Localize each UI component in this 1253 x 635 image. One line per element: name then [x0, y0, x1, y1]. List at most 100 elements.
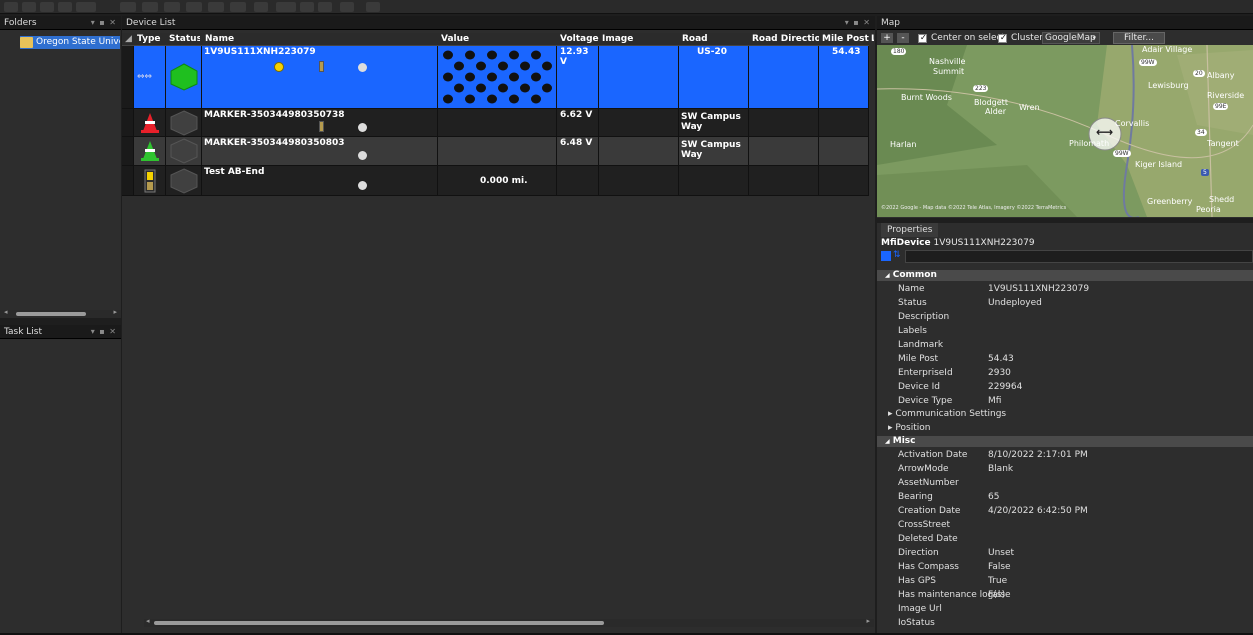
- map-provider-dropdown[interactable]: GoogleMap ▾: [1042, 32, 1100, 44]
- property-value[interactable]: 2930: [988, 366, 1011, 380]
- property-value[interactable]: 65: [988, 490, 999, 504]
- zoom-out-button[interactable]: -: [897, 33, 909, 43]
- property-row[interactable]: CrossStreet: [884, 518, 1253, 532]
- back-icon[interactable]: [4, 2, 18, 12]
- property-row[interactable]: ArrowMode Blank: [884, 462, 1253, 476]
- property-row[interactable]: Image Url: [884, 602, 1253, 616]
- map-view[interactable]: ⟷ Adair Village Nashville Summit Albany …: [877, 45, 1253, 217]
- property-value[interactable]: Blank: [988, 462, 1013, 476]
- property-search-input[interactable]: [905, 250, 1253, 263]
- property-row[interactable]: Mile Post 54.43: [884, 352, 1253, 366]
- property-row[interactable]: Status Undeployed: [884, 296, 1253, 310]
- tool-icon[interactable]: [340, 2, 354, 12]
- categorized-view-icon[interactable]: [881, 251, 891, 261]
- property-row[interactable]: Has GPS True: [884, 574, 1253, 588]
- property-value[interactable]: 229964: [988, 380, 1022, 394]
- device-marker-icon[interactable]: ⟷: [1096, 125, 1113, 139]
- property-row[interactable]: Deleted Date: [884, 532, 1253, 546]
- folder-item[interactable]: Oregon State Univers: [20, 36, 120, 49]
- column-header-status[interactable]: Status: [166, 33, 200, 46]
- table-row[interactable]: MARKER-350344980350738 6.62 V SW Campus …: [122, 109, 869, 137]
- table-row[interactable]: Test AB-End 0.000 mi.: [122, 166, 869, 196]
- zoom-in-button[interactable]: +: [881, 33, 893, 43]
- column-header-voltage[interactable]: Voltage: [557, 33, 599, 46]
- property-value[interactable]: Undeployed: [988, 296, 1042, 310]
- row-indicator: [122, 46, 134, 108]
- toolbar-overflow-icon[interactable]: [366, 2, 380, 12]
- property-row[interactable]: Labels: [884, 324, 1253, 338]
- refresh-icon[interactable]: [40, 2, 54, 12]
- table-row[interactable]: ⇔⇔ 1V9US111XNH223079 12.93 V US-20 54.43: [122, 46, 869, 109]
- tool-icon[interactable]: [254, 2, 268, 12]
- tool-icon[interactable]: [318, 2, 332, 12]
- property-value[interactable]: True: [988, 574, 1007, 588]
- image-cell: [599, 109, 679, 136]
- column-header-type[interactable]: Type: [134, 33, 165, 46]
- property-row[interactable]: Creation Date 4/20/2022 6:42:50 PM: [884, 504, 1253, 518]
- tool-icon[interactable]: [186, 2, 202, 12]
- property-row[interactable]: Device Type Mfi: [884, 394, 1253, 408]
- forward-icon[interactable]: [22, 2, 36, 12]
- property-value[interactable]: False: [988, 560, 1011, 574]
- property-row[interactable]: Has Compass False: [884, 560, 1253, 574]
- property-value[interactable]: 4/20/2022 6:42:50 PM: [988, 504, 1088, 518]
- properties-tab[interactable]: Properties: [881, 223, 939, 237]
- scroll-right-icon[interactable]: ▸: [866, 617, 870, 625]
- communication-settings-expander[interactable]: ▸ Communication Settings: [884, 407, 1253, 421]
- task-list-panel-title: Task List: [4, 327, 43, 337]
- filter-button[interactable]: Filter...: [1113, 32, 1165, 44]
- property-value[interactable]: 54.43: [988, 352, 1014, 366]
- scroll-left-icon[interactable]: ◂: [146, 617, 150, 625]
- property-value[interactable]: Unset: [988, 546, 1014, 560]
- tool-icon[interactable]: [208, 2, 224, 12]
- property-row[interactable]: Direction Unset: [884, 546, 1253, 560]
- column-header-image[interactable]: Image: [599, 33, 679, 46]
- column-header-road-direction[interactable]: Road Direction ▲: [749, 33, 819, 46]
- tool-icon[interactable]: [230, 2, 246, 12]
- tool-icon[interactable]: [164, 2, 180, 12]
- common-section-header[interactable]: ◢ Common: [877, 270, 1253, 281]
- scrollbar-thumb[interactable]: [16, 312, 86, 316]
- property-row[interactable]: Landmark: [884, 338, 1253, 352]
- property-row[interactable]: Activation Date 8/10/2022 2:17:01 PM: [884, 448, 1253, 462]
- tool-icon[interactable]: [142, 2, 158, 12]
- misc-section-header[interactable]: ◢ Misc: [877, 436, 1253, 447]
- center-on-select-checkbox[interactable]: [918, 33, 927, 43]
- property-row[interactable]: EnterpriseId 2930: [884, 366, 1253, 380]
- property-row[interactable]: IoStatus: [884, 616, 1253, 630]
- panel-pin-close-icon[interactable]: ▾ ▪ ✕: [845, 16, 871, 30]
- property-value[interactable]: Mfi: [988, 394, 1001, 408]
- folders-horizontal-scrollbar[interactable]: ◂ ▸: [0, 308, 121, 318]
- column-header-value[interactable]: Value: [438, 33, 557, 46]
- toolbar-overflow-icon[interactable]: [276, 2, 296, 12]
- table-row[interactable]: MARKER-350344980350803 6.48 V SW Campus …: [122, 137, 869, 166]
- column-header-name[interactable]: Name: [202, 33, 435, 46]
- property-row[interactable]: Device Id 229964: [884, 380, 1253, 394]
- property-value[interactable]: 1V9US111XNH223079: [988, 282, 1089, 296]
- property-value[interactable]: 8/10/2022 2:17:01 PM: [988, 448, 1088, 462]
- home-icon[interactable]: [58, 2, 72, 12]
- property-row[interactable]: Bearing 65: [884, 490, 1253, 504]
- column-header-road[interactable]: Road: [679, 33, 749, 46]
- property-row[interactable]: AssetNumber: [884, 476, 1253, 490]
- panel-pin-close-icon[interactable]: ▾ ▪ ✕: [91, 16, 117, 30]
- property-row[interactable]: Description: [884, 310, 1253, 324]
- property-value[interactable]: False: [988, 588, 1011, 602]
- type-cell: ⇔⇔: [134, 46, 166, 108]
- tool-icon[interactable]: [120, 2, 136, 12]
- toolbar-overflow-icon[interactable]: [76, 2, 96, 12]
- property-row[interactable]: Name 1V9US111XNH223079: [884, 282, 1253, 296]
- column-header-mile-post[interactable]: Mile Post: [819, 33, 869, 46]
- tool-icon[interactable]: [300, 2, 314, 12]
- scroll-right-icon[interactable]: ▸: [113, 308, 117, 316]
- property-row[interactable]: Has maintenance log(s) False: [884, 588, 1253, 602]
- scroll-left-icon[interactable]: ◂: [4, 308, 8, 316]
- highway-shield-icon: 99W: [1139, 59, 1157, 66]
- scrollbar-thumb[interactable]: [154, 621, 604, 625]
- panel-pin-close-icon[interactable]: ▾ ▪ ✕: [91, 325, 117, 339]
- cluster-checkbox[interactable]: [998, 33, 1007, 43]
- sort-alpha-icon[interactable]: ⇅: [893, 250, 903, 262]
- device-list-horizontal-scrollbar[interactable]: ◂ ▸: [144, 617, 874, 627]
- column-header-overflow[interactable]: L: [868, 33, 874, 46]
- position-expander[interactable]: ▸ Position: [884, 421, 1253, 435]
